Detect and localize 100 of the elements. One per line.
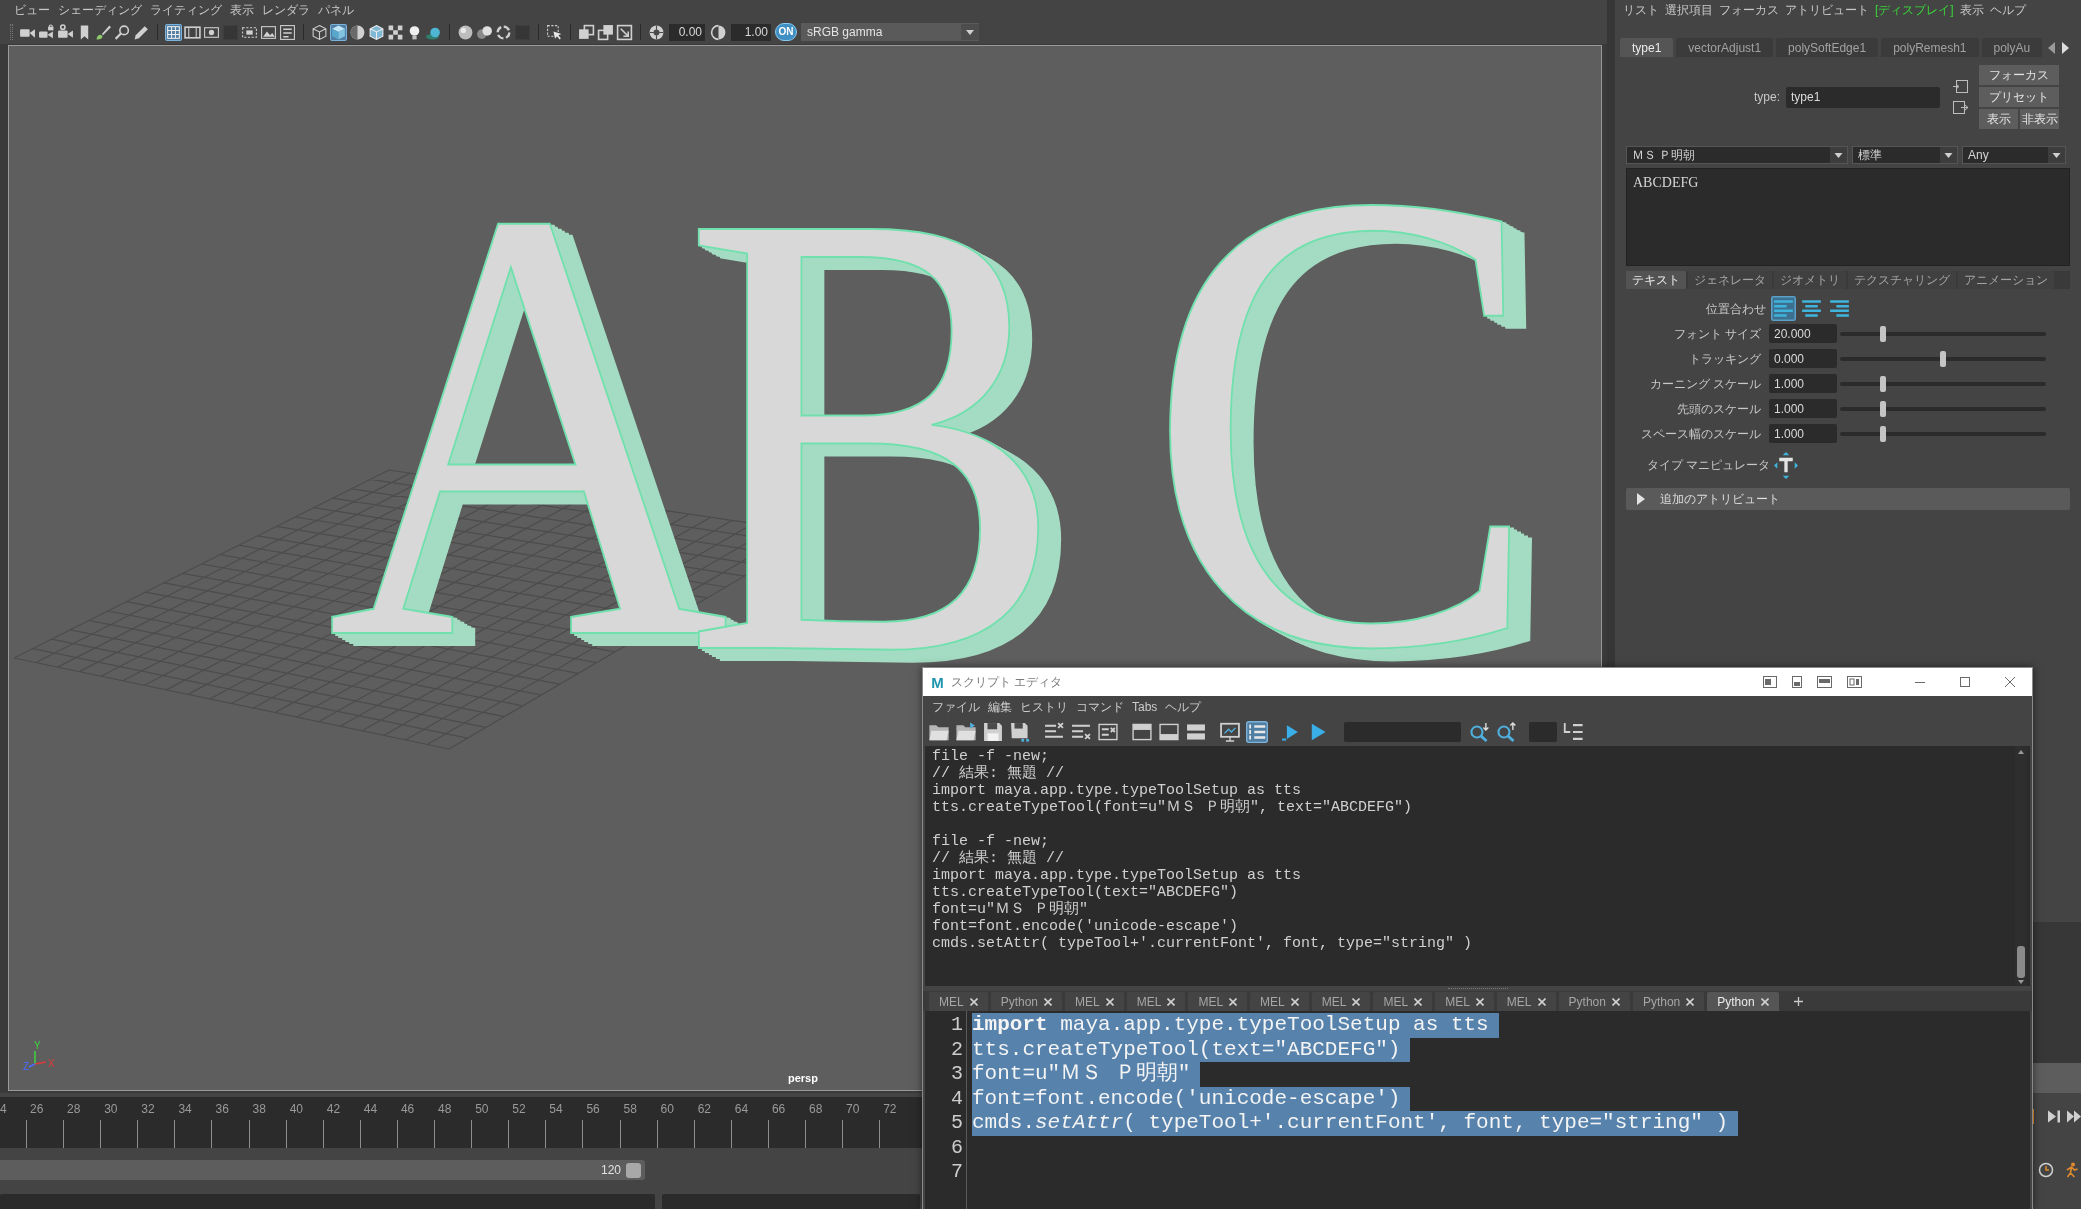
color-management-toggle[interactable]: ON	[775, 23, 797, 41]
arrow-into-box-icon[interactable]	[1953, 80, 1968, 93]
section-tab[interactable]: アニメーション	[1958, 271, 2054, 289]
range-handle[interactable]	[626, 1162, 641, 1178]
side-button[interactable]: 表示	[1979, 109, 2018, 129]
script-tab[interactable]: Python	[1707, 992, 1779, 1011]
overlap-squares-icon[interactable]	[578, 23, 595, 41]
collapsible-section-header[interactable]: 追加のアトリビュート	[1626, 488, 2070, 510]
picture-frame-icon[interactable]	[260, 23, 277, 41]
close-icon[interactable]	[1105, 997, 1114, 1006]
command-line-field[interactable]	[0, 1194, 655, 1209]
plus-icon[interactable]	[1793, 997, 1803, 1006]
menu-item[interactable]: Tabs	[1132, 698, 1158, 716]
close-icon[interactable]	[969, 997, 978, 1006]
wire-shaded-cube-icon[interactable]	[368, 23, 385, 41]
side-button[interactable]: プリセット	[1979, 87, 2059, 107]
step-forward-icon[interactable]	[2048, 1110, 2061, 1123]
frame-lines-icon[interactable]	[279, 23, 296, 41]
move-handle-icon[interactable]	[1774, 451, 1798, 479]
arrow-out-of-box-icon[interactable]	[1953, 101, 1968, 114]
script-tab[interactable]: Python	[1558, 992, 1630, 1011]
playback-range-bar[interactable]: 120	[0, 1160, 645, 1180]
script-tab[interactable]: MEL	[1126, 992, 1186, 1011]
close-icon[interactable]	[1611, 997, 1620, 1006]
section-tab[interactable]: テキスト	[1626, 271, 1686, 289]
value-field[interactable]: 1.000	[1769, 399, 1837, 418]
close-icon[interactable]	[1760, 997, 1769, 1006]
section-tab[interactable]: テクスチャリング	[1848, 271, 1956, 289]
search-field[interactable]	[1344, 722, 1461, 742]
side-button[interactable]: フォーカス	[1979, 65, 2059, 85]
menu-item[interactable]: シェーディング	[58, 1, 142, 19]
fast-forward-icon[interactable]	[2067, 1110, 2081, 1123]
grid-icon[interactable]	[165, 23, 182, 41]
select-cursor-icon[interactable]	[546, 23, 563, 41]
panel-rows-icon[interactable]	[1131, 721, 1153, 743]
half-sphere-icon[interactable]	[349, 23, 366, 41]
overlap-squares-icon[interactable]	[597, 23, 614, 41]
close-icon[interactable]	[1686, 997, 1695, 1006]
numbered-list-icon[interactable]	[1246, 721, 1268, 743]
node-tab[interactable]: polyRemesh1	[1881, 38, 1979, 57]
script-tab[interactable]: Python	[1632, 992, 1705, 1011]
camera-lock-icon[interactable]	[38, 23, 55, 41]
writing-system-dropdown[interactable]: Any	[1962, 146, 2066, 164]
close-icon[interactable]	[1537, 997, 1546, 1006]
value-field[interactable]: 1.000	[1769, 424, 1837, 443]
lifebuoy-icon[interactable]	[648, 23, 665, 41]
menu-item[interactable]: ヘルプ	[1989, 1, 2026, 19]
close-icon[interactable]	[1414, 997, 1423, 1006]
film-frame-icon[interactable]	[184, 23, 201, 41]
diagonal-arrow-square-icon[interactable]	[616, 23, 633, 41]
menu-item[interactable]: 表示	[230, 1, 254, 19]
menu-item[interactable]: アトリビュート	[1785, 1, 1869, 19]
checker-icon[interactable]	[387, 23, 404, 41]
menu-item[interactable]: ライティング	[150, 1, 222, 19]
menu-item[interactable]: ファイル	[932, 698, 980, 716]
slider-thumb[interactable]	[1880, 400, 1887, 417]
script-tab[interactable]: MEL	[1188, 992, 1248, 1011]
script-tab[interactable]: MEL	[1496, 992, 1556, 1011]
script-tab[interactable]: Python	[990, 992, 1063, 1011]
close-icon[interactable]	[1229, 997, 1238, 1006]
script-tab[interactable]: MEL	[929, 992, 988, 1011]
script-tab[interactable]: MEL	[1435, 992, 1494, 1011]
spheres-icon[interactable]	[476, 23, 493, 41]
close-icon[interactable]	[1167, 997, 1176, 1006]
close-icon[interactable]	[1044, 997, 1053, 1006]
menu-item[interactable]: コマンド	[1076, 698, 1124, 716]
menu-item[interactable]: ヒストリ	[1020, 698, 1068, 716]
code-editor[interactable]	[925, 1011, 2030, 1209]
script-tab[interactable]: MEL	[1250, 992, 1309, 1011]
close-icon[interactable]	[1475, 997, 1484, 1006]
menu-item[interactable]: パネル	[318, 1, 354, 19]
font-family-dropdown[interactable]: ＭＳ Ｐ明朝	[1626, 146, 1848, 164]
value-field[interactable]: 0.000	[1769, 349, 1837, 368]
view-transform-dropdown[interactable]: sRGB gamma	[801, 23, 979, 41]
script-tab[interactable]: MEL	[1311, 992, 1371, 1011]
running-figure-icon[interactable]	[2064, 1162, 2080, 1178]
slider-thumb[interactable]	[1880, 325, 1887, 342]
camera-gear-icon[interactable]	[57, 23, 74, 41]
layout-icon[interactable]	[1847, 676, 1862, 688]
section-tab[interactable]: ジオメトリ	[1774, 271, 1846, 289]
panel-rows-icon[interactable]	[1158, 721, 1180, 743]
menu-item[interactable]: レンダラ	[262, 1, 310, 19]
font-style-dropdown[interactable]: 標準	[1852, 146, 1958, 164]
pencil-icon[interactable]	[133, 23, 150, 41]
arrow-right-icon[interactable]	[2061, 41, 2069, 54]
exposure-field[interactable]: 0.00	[669, 23, 705, 41]
menu-item[interactable]: 表示	[1959, 1, 1984, 19]
list-cross-icon[interactable]	[1097, 721, 1119, 743]
layout-icon[interactable]	[1763, 676, 1777, 688]
ring-icon[interactable]	[495, 23, 512, 41]
number-field[interactable]	[1529, 722, 1557, 742]
node-tab[interactable]: polyAu	[1981, 38, 2043, 57]
wire-cube-icon[interactable]	[311, 23, 328, 41]
slider-thumb[interactable]	[1940, 350, 1946, 367]
search-up-icon[interactable]	[1495, 721, 1517, 743]
timeline-ruler[interactable]: 4 26 28 30 32 34 36 38 40 42 44 46 48 50 52 54 56 58 60 62 64 66 68 70 72	[0, 1097, 922, 1148]
close-icon[interactable]	[1290, 997, 1299, 1006]
monitor-icon[interactable]	[1219, 721, 1241, 743]
shaded-cube-icon[interactable]	[330, 23, 347, 41]
slider-thumb[interactable]	[1880, 375, 1887, 392]
